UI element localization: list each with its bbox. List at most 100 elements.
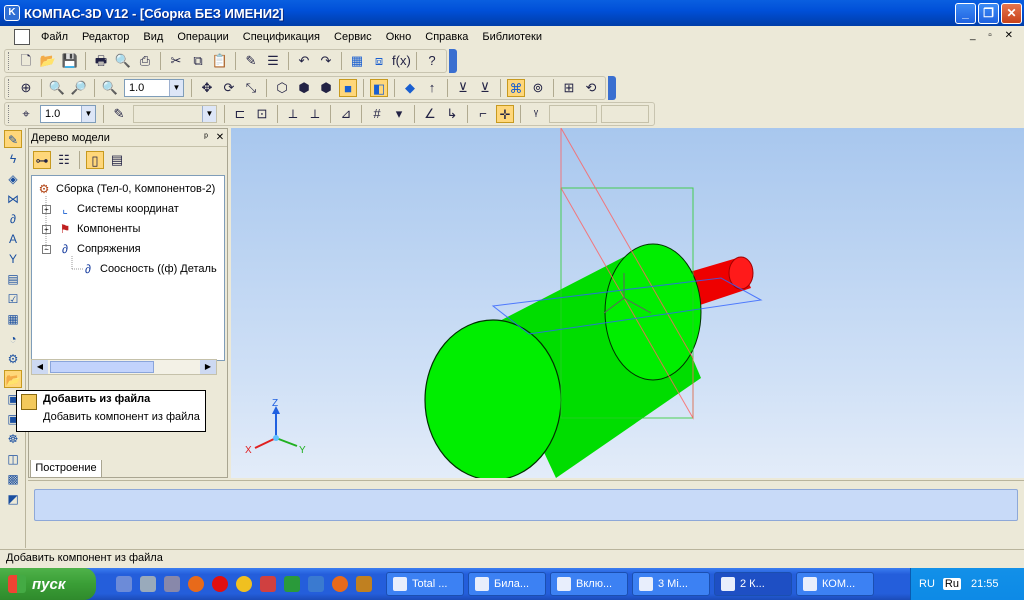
ie-icon[interactable] [308, 576, 324, 592]
selection-icon[interactable]: ⊻ [476, 79, 494, 97]
tab-build[interactable]: Построение [30, 460, 102, 478]
collapse-icon[interactable]: − [42, 244, 51, 254]
undo-icon[interactable]: ↶ [295, 52, 313, 70]
zoom-window-icon[interactable]: ⊕ [17, 79, 35, 97]
angle-icon[interactable]: ∠ [421, 105, 439, 123]
menu-specification[interactable]: Спецификация [236, 31, 327, 43]
archive-icon[interactable] [164, 576, 180, 592]
desktop-icon[interactable] [116, 576, 132, 592]
start-button[interactable]: пуск [0, 568, 96, 600]
step-cursor-icon[interactable]: ⌖ [17, 105, 35, 123]
opera-icon[interactable] [212, 576, 228, 592]
corner-icon[interactable]: ↳ [443, 105, 461, 123]
shaded-edges-icon[interactable]: ⬢ [317, 79, 335, 97]
step-icon[interactable]: ⌐ [474, 105, 492, 123]
arrow-icon[interactable]: ↑ [423, 79, 441, 97]
wireframe-icon[interactable]: ⬡ [273, 79, 291, 97]
copy-icon[interactable]: ⧉ [189, 52, 207, 70]
report-icon[interactable]: ▦ [4, 310, 22, 328]
menu-view[interactable]: Вид [136, 31, 170, 43]
toolbar-grip[interactable] [8, 79, 12, 97]
model-viewport[interactable]: Z X Y [231, 128, 1024, 478]
scroll-right-icon[interactable]: ▶ [200, 360, 216, 374]
geometry-icon[interactable]: ϟ [4, 150, 22, 168]
task-kompas[interactable]: 2 К... [714, 572, 792, 596]
clip-icon[interactable]: ∂ [4, 210, 22, 228]
document-icon[interactable] [14, 29, 30, 45]
list-icon[interactable]: ☰ [264, 52, 282, 70]
show-all-icon[interactable]: ⌘ [507, 79, 525, 97]
firefox-icon[interactable] [188, 576, 204, 592]
function-icon[interactable]: f(x) [392, 52, 411, 70]
explorer-icon[interactable] [140, 576, 156, 592]
menu-libraries[interactable]: Библиотеки [475, 31, 549, 43]
measure-icon[interactable]: ⊞ [560, 79, 578, 97]
cube-blue-icon[interactable]: ◩ [4, 490, 22, 508]
variables-icon[interactable]: ⧈ [370, 52, 388, 70]
tree-node-concentric[interactable]: ∂ Соосность ((ф) Деталь [80, 260, 217, 278]
grid-toggle-icon[interactable]: ⊿ [337, 105, 355, 123]
zoom-scale-icon[interactable]: 🔍 [101, 79, 119, 97]
zoom-combo[interactable]: 1.0 ▼ [124, 79, 184, 97]
keyboard-layout[interactable]: Ru [942, 578, 961, 590]
app-icon[interactable] [356, 576, 372, 592]
local-cs-icon[interactable]: ⊏ [231, 105, 249, 123]
shaded-icon[interactable]: ■ [339, 79, 357, 97]
tree-horizontal-scrollbar[interactable]: ◀ ▶ [31, 359, 217, 375]
snap-icon[interactable]: ⟂ [306, 105, 324, 123]
scroll-thumb[interactable] [50, 361, 154, 373]
layers-icon[interactable]: ⊚ [529, 79, 547, 97]
task-word[interactable]: 3 Mi... [632, 572, 710, 596]
cylinder-part[interactable] [424, 243, 702, 478]
cube-icon[interactable]: ▩ [4, 470, 22, 488]
close-button[interactable]: ✕ [1001, 2, 1022, 24]
tree-structure-icon[interactable]: ⊶ [33, 151, 51, 169]
cursor-icon[interactable]: ✛ [496, 105, 514, 123]
new-file-icon[interactable]: 🗋 [17, 52, 35, 70]
paste-icon[interactable]: 📋 [211, 52, 229, 70]
menu-editor[interactable]: Редактор [75, 31, 136, 43]
mates-icon[interactable]: ⋈ [4, 190, 22, 208]
chevron-down-icon[interactable]: ▾ [390, 105, 408, 123]
check-icon[interactable]: ☑ [4, 290, 22, 308]
minimize-button[interactable]: _ [955, 2, 976, 24]
app-icon[interactable] [260, 576, 276, 592]
menu-file[interactable]: Файл [34, 31, 75, 43]
zoom-in-icon[interactable]: 🔍 [48, 79, 66, 97]
tools-icon[interactable]: ⚙ [4, 350, 22, 368]
preview-icon[interactable]: 🔍 [114, 52, 132, 70]
menu-help[interactable]: Справка [418, 31, 475, 43]
tree-root[interactable]: ⚙ Сборка (Тел-0, Компонентов-2) [36, 180, 216, 198]
tree-view-icon[interactable]: ☷ [55, 151, 73, 169]
perspective-icon[interactable]: ◧ [370, 79, 388, 97]
expand-icon[interactable]: + [42, 204, 51, 214]
redo-icon[interactable]: ↷ [317, 52, 335, 70]
grid-icon[interactable]: # [368, 105, 386, 123]
clock[interactable]: 21:55 [971, 578, 999, 590]
section-icon[interactable]: ◆ [401, 79, 419, 97]
orientation-icon[interactable]: ⤡ [242, 79, 260, 97]
library-icon[interactable]: ☸ [4, 430, 22, 448]
properties-icon[interactable]: ✎ [242, 52, 260, 70]
step-combo[interactable]: 1.0 ▼ [40, 105, 96, 123]
task-chrome[interactable]: Вклю... [550, 572, 628, 596]
menu-service[interactable]: Сервис [327, 31, 379, 43]
app-icon[interactable] [284, 576, 300, 592]
spec-icon[interactable]: ▤ [4, 270, 22, 288]
maximize-button[interactable]: ❐ [978, 2, 999, 24]
print-setup-icon[interactable]: ⎙ [136, 52, 154, 70]
cut-icon[interactable]: ✂ [167, 52, 185, 70]
context-help-icon[interactable]: ? [423, 52, 441, 70]
text-icon[interactable]: A [4, 230, 22, 248]
tree-node-coordinate-systems[interactable]: + ⌞ Системы координат [42, 200, 179, 218]
expand-icon[interactable]: + [42, 224, 51, 234]
filter-icon[interactable]: ⊻ [454, 79, 472, 97]
task-pdf[interactable]: КОМ... [796, 572, 874, 596]
tree-node-mates[interactable]: − ∂ Сопряжения [42, 240, 141, 258]
ortho-icon[interactable]: ⟂ [284, 105, 302, 123]
surface-icon[interactable]: ◈ [4, 170, 22, 188]
tree-node-components[interactable]: + ⚑ Компоненты [42, 220, 140, 238]
layers-icon[interactable]: ◫ [4, 450, 22, 468]
edit-part-icon[interactable]: ✎ [4, 130, 22, 148]
plane-icon[interactable]: ⊡ [253, 105, 271, 123]
